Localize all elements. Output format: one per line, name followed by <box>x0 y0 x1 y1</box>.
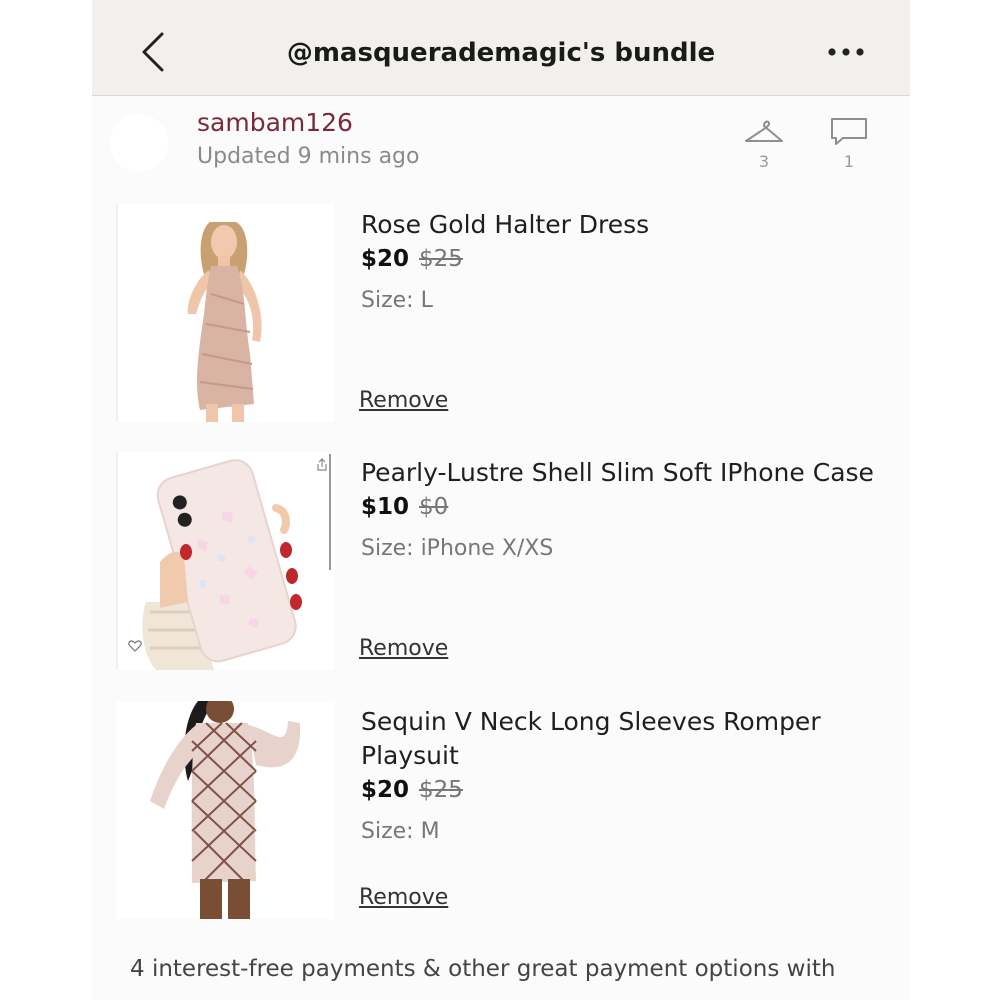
item-price: $20 <box>361 777 410 803</box>
comments-count: 1 <box>843 152 855 171</box>
price-row: $20 $25 <box>361 246 463 272</box>
item-original-price: $25 <box>419 777 463 803</box>
remove-button[interactable]: Remove <box>359 885 448 910</box>
hanger-icon <box>745 120 783 142</box>
item-size: Size: L <box>361 288 433 313</box>
seller-username[interactable]: sambam126 <box>197 108 353 137</box>
avatar[interactable] <box>110 114 168 172</box>
top-bar: @masquerademagic's bundle <box>92 0 910 96</box>
payment-options-note: 4 interest-free payments & other great p… <box>130 956 836 982</box>
updated-timestamp: Updated 9 mins ago <box>197 144 420 169</box>
remove-button[interactable]: Remove <box>359 388 448 413</box>
likes-stat[interactable]: 3 <box>742 116 786 171</box>
heart-icon[interactable] <box>128 640 142 652</box>
item-size: Size: M <box>361 819 440 844</box>
romper-figure-image <box>116 701 334 919</box>
comment-bubble-icon <box>831 118 867 145</box>
item-original-price: $0 <box>419 494 449 520</box>
likes-count: 3 <box>758 152 770 171</box>
price-row: $20 $25 <box>361 777 463 803</box>
price-row: $10 $0 <box>361 494 448 520</box>
bundle-item: Sequin V Neck Long Sleeves Romper Playsu… <box>116 701 896 919</box>
back-arrow-icon[interactable] <box>136 28 172 76</box>
bundle-item: Pearly-Lustre Shell Slim Soft IPhone Cas… <box>116 452 896 670</box>
item-price: $10 <box>361 494 410 520</box>
item-original-price: $25 <box>419 246 463 272</box>
comments-stat[interactable]: 1 <box>827 116 871 171</box>
item-price: $20 <box>361 246 410 272</box>
remove-button[interactable]: Remove <box>359 636 448 661</box>
item-name[interactable]: Pearly-Lustre Shell Slim Soft IPhone Cas… <box>361 456 901 490</box>
more-dots-icon[interactable] <box>822 40 870 64</box>
item-name[interactable]: Rose Gold Halter Dress <box>361 208 901 242</box>
phone-case-image <box>116 452 334 670</box>
item-name[interactable]: Sequin V Neck Long Sleeves Romper Playsu… <box>361 705 901 773</box>
page-title: @masquerademagic's bundle <box>286 38 716 68</box>
share-icon[interactable] <box>316 458 328 472</box>
bundle-item: Rose Gold Halter Dress $20 $25 Size: L Re… <box>116 204 896 422</box>
product-image-phone-case[interactable] <box>116 452 334 670</box>
product-image-dress[interactable] <box>116 204 334 422</box>
dress-figure-image <box>116 204 334 422</box>
product-image-romper[interactable] <box>116 701 334 919</box>
app-screen: @masquerademagic's bundle sambam126 Upda… <box>92 0 910 1000</box>
item-size: Size: iPhone X/XS <box>361 536 554 561</box>
